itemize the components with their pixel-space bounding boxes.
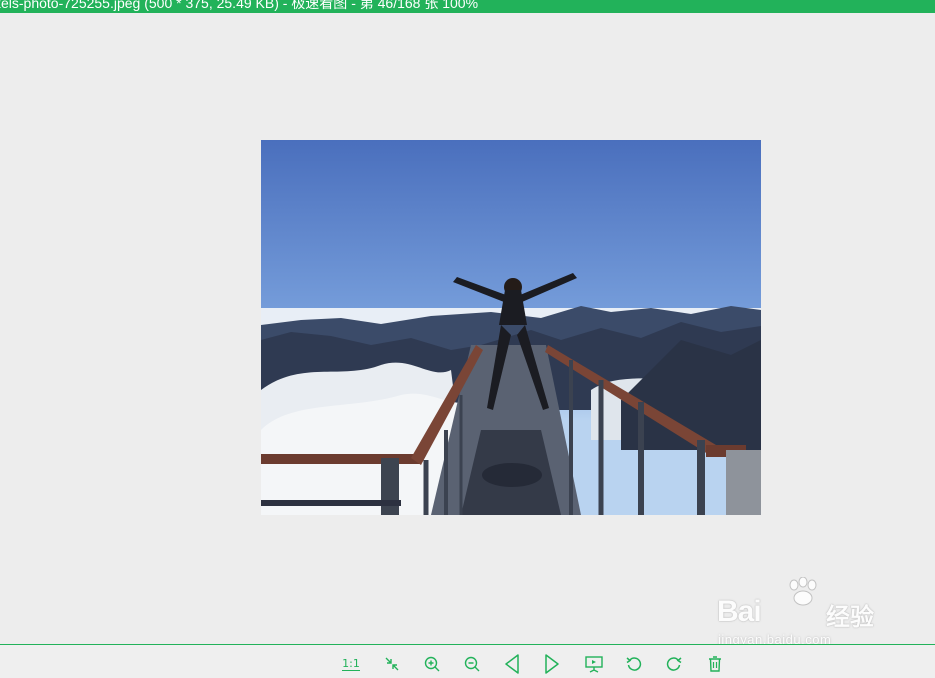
baidu-jingyan-watermark: Bai 经验 jingyan.baidu.com bbox=[715, 575, 895, 655]
rotate-left-button[interactable] bbox=[623, 653, 645, 675]
next-button[interactable] bbox=[541, 653, 563, 675]
rotate-right-button[interactable] bbox=[663, 653, 685, 675]
watermark-brand-suffix: 经验 bbox=[826, 603, 874, 631]
title-bar: xels-photo-725255.jpeg (500 * 375, 25.49… bbox=[0, 0, 935, 13]
shrink-arrows-icon bbox=[385, 657, 399, 671]
photo-mountain-overlook-illustration bbox=[261, 140, 761, 515]
displayed-photo[interactable] bbox=[261, 140, 761, 515]
triangle-left-icon bbox=[505, 654, 519, 674]
slideshow-button[interactable] bbox=[583, 653, 605, 675]
zoom-out-icon bbox=[464, 656, 480, 672]
rotate-cw-icon bbox=[666, 657, 682, 671]
watermark-brand: Bai bbox=[717, 595, 762, 628]
trash-icon bbox=[709, 656, 721, 672]
window-title: xels-photo-725255.jpeg (500 * 375, 25.49… bbox=[0, 0, 479, 11]
one-to-one-icon: 1:1 bbox=[342, 656, 360, 671]
paw-icon bbox=[789, 577, 817, 606]
previous-button[interactable] bbox=[501, 653, 523, 675]
actual-size-button[interactable]: 1:1 bbox=[340, 653, 362, 675]
bottom-toolbar: 1:1 bbox=[0, 644, 935, 678]
zoom-in-button[interactable] bbox=[421, 653, 443, 675]
delete-button[interactable] bbox=[704, 653, 726, 675]
fit-window-button[interactable] bbox=[381, 653, 403, 675]
zoom-out-button[interactable] bbox=[461, 653, 483, 675]
image-viewport[interactable] bbox=[0, 13, 935, 644]
rotate-ccw-icon bbox=[626, 657, 642, 671]
zoom-in-icon bbox=[424, 656, 440, 672]
projector-icon bbox=[585, 656, 603, 673]
triangle-right-icon bbox=[545, 654, 559, 674]
